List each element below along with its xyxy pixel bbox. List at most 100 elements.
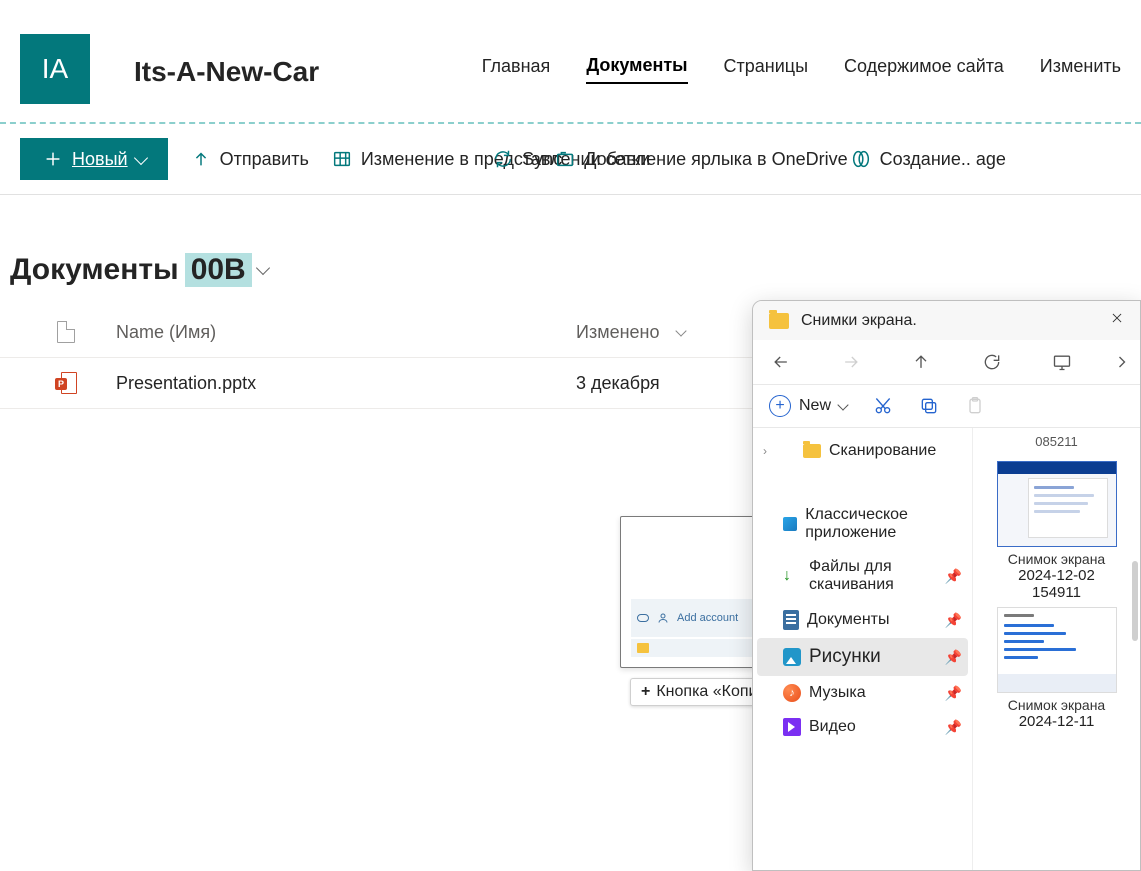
upload-label: Отправить: [220, 149, 309, 170]
nav-refresh-button[interactable]: [972, 352, 1012, 372]
shortcut-label: Добавление ярлыка в OneDrive: [584, 149, 847, 170]
folder-icon: [803, 444, 821, 458]
tree-label: Видео: [809, 718, 856, 736]
tree-spacer: [757, 468, 968, 498]
nav-pages[interactable]: Страницы: [724, 56, 809, 83]
column-name-label: Name (Имя): [116, 322, 216, 343]
nav-pc-button[interactable]: [1042, 352, 1082, 372]
thumb-caption: Снимок экрана: [981, 551, 1132, 567]
thumbnail-item[interactable]: Снимок экрана 2024-12-11: [981, 607, 1132, 730]
download-icon: ↓: [783, 567, 801, 585]
chevron-down-icon: [256, 260, 270, 274]
pin-icon: 📌: [945, 719, 962, 736]
tree-label: Рисунки: [809, 646, 881, 668]
library-title-text: Документы: [10, 253, 179, 287]
nav-edit[interactable]: Изменить: [1040, 56, 1121, 83]
command-bar: Новый Отправить Изменение в представлени…: [0, 124, 1141, 195]
shortcut-icon: [554, 148, 576, 170]
drag-preview-text: Add account: [677, 612, 738, 624]
file-modified: 3 декабря: [576, 373, 756, 394]
upload-icon: [190, 148, 212, 170]
chevron-right-icon: [1112, 352, 1132, 372]
folder-icon: [769, 313, 789, 329]
new-button[interactable]: Новый: [20, 138, 168, 180]
explorer-titlebar[interactable]: Снимки экрана.: [753, 301, 1140, 340]
powerpoint-icon: P: [55, 372, 77, 394]
explorer-title: Снимки экрана.: [801, 312, 917, 330]
pin-icon: 📌: [945, 568, 962, 585]
arrow-left-icon: [771, 352, 791, 372]
chevron-down-icon: [675, 325, 686, 336]
breadcrumb-more[interactable]: [1112, 352, 1132, 372]
create-button[interactable]: Создание.. age: [850, 148, 1006, 170]
site-logo[interactable]: IA: [20, 34, 90, 104]
document-icon: [783, 610, 799, 630]
tree-item-music[interactable]: Музыка 📌: [757, 676, 968, 710]
new-button-label: Новый: [72, 149, 128, 170]
paste-icon[interactable]: [965, 396, 985, 416]
filename-fragment: 085211: [981, 434, 1132, 455]
column-modified-label: Изменено: [576, 322, 659, 343]
file-name: Presentation.pptx: [116, 373, 576, 394]
refresh-icon: [982, 352, 1002, 372]
upload-button[interactable]: Отправить: [190, 148, 309, 170]
tree-label: Файлы для скачивания: [809, 558, 937, 594]
arrow-right-icon: [841, 352, 861, 372]
video-icon: [783, 718, 801, 736]
library-title-badge: 00B: [185, 253, 252, 287]
tree-item-scan[interactable]: › Сканирование: [757, 434, 968, 468]
tree-item-classic-app[interactable]: Классическое приложение: [757, 498, 968, 550]
top-nav: Главная Документы Страницы Содержимое са…: [482, 55, 1121, 84]
pin-icon: 📌: [945, 612, 962, 629]
pin-icon: 📌: [945, 649, 962, 666]
nav-site-contents[interactable]: Содержимое сайта: [844, 56, 1004, 83]
tree-item-pictures[interactable]: Рисунки 📌: [757, 638, 968, 676]
explorer-commandbar: + New: [753, 385, 1140, 428]
nav-documents[interactable]: Документы: [586, 55, 687, 84]
thumb-caption: 154911: [981, 584, 1132, 601]
pin-icon: 📌: [945, 685, 962, 702]
tree-item-video[interactable]: Видео 📌: [757, 710, 968, 744]
copy-icon[interactable]: [919, 396, 939, 416]
thumb-caption: 2024-12-11: [981, 713, 1132, 730]
nav-up-button[interactable]: [901, 352, 941, 372]
thumb-caption: 2024-12-02: [981, 567, 1132, 584]
explorer-new-label: New: [799, 397, 831, 415]
tree-item-documents[interactable]: Документы 📌: [757, 602, 968, 638]
gallery-icon: [783, 517, 797, 531]
thumbnail-image: [997, 607, 1117, 693]
explorer-new-button[interactable]: + New: [769, 395, 847, 417]
add-shortcut-button[interactable]: Добавление ярлыка в OneDrive: [554, 148, 847, 170]
explorer-tree: › Сканирование Классическое приложение ↓…: [753, 428, 973, 870]
monitor-icon: [1052, 352, 1072, 372]
sync-icon: [492, 148, 514, 170]
arrow-up-icon: [911, 352, 931, 372]
thumb-caption: Снимок экрана: [981, 697, 1132, 713]
nav-back-button[interactable]: [761, 352, 801, 372]
cut-icon[interactable]: [873, 396, 893, 416]
create-label: Создание.. age: [880, 149, 1006, 170]
cloud-icon: [637, 614, 649, 622]
library-title[interactable]: Документы 00B: [10, 253, 268, 287]
close-icon: [1110, 311, 1124, 325]
thumbnail-item[interactable]: Снимок экрана 2024-12-02 154911: [981, 461, 1132, 601]
column-name[interactable]: Name (Имя): [116, 322, 576, 343]
person-icon: [657, 612, 669, 624]
site-title: Its-A-New-Car: [134, 50, 319, 88]
music-icon: [783, 684, 801, 702]
tree-label: Классическое приложение: [805, 506, 962, 542]
plus-circle-icon: +: [769, 395, 791, 417]
explorer-nav: [753, 340, 1140, 385]
nav-home[interactable]: Главная: [482, 56, 551, 83]
column-modified[interactable]: Изменено: [576, 322, 756, 343]
tree-item-downloads[interactable]: ↓ Файлы для скачивания 📌: [757, 550, 968, 602]
close-button[interactable]: [1110, 311, 1124, 330]
nav-forward-button[interactable]: [831, 352, 871, 372]
chevron-down-icon: [134, 150, 148, 164]
file-explorer-window: Снимки экрана. + New › Сканирование: [752, 300, 1141, 871]
create-icon: [850, 148, 872, 170]
thumbnail-image: [997, 461, 1117, 547]
chevron-down-icon: [837, 399, 848, 410]
sync-button[interactable]: Sync: [492, 148, 562, 170]
expand-icon: ›: [763, 444, 767, 458]
